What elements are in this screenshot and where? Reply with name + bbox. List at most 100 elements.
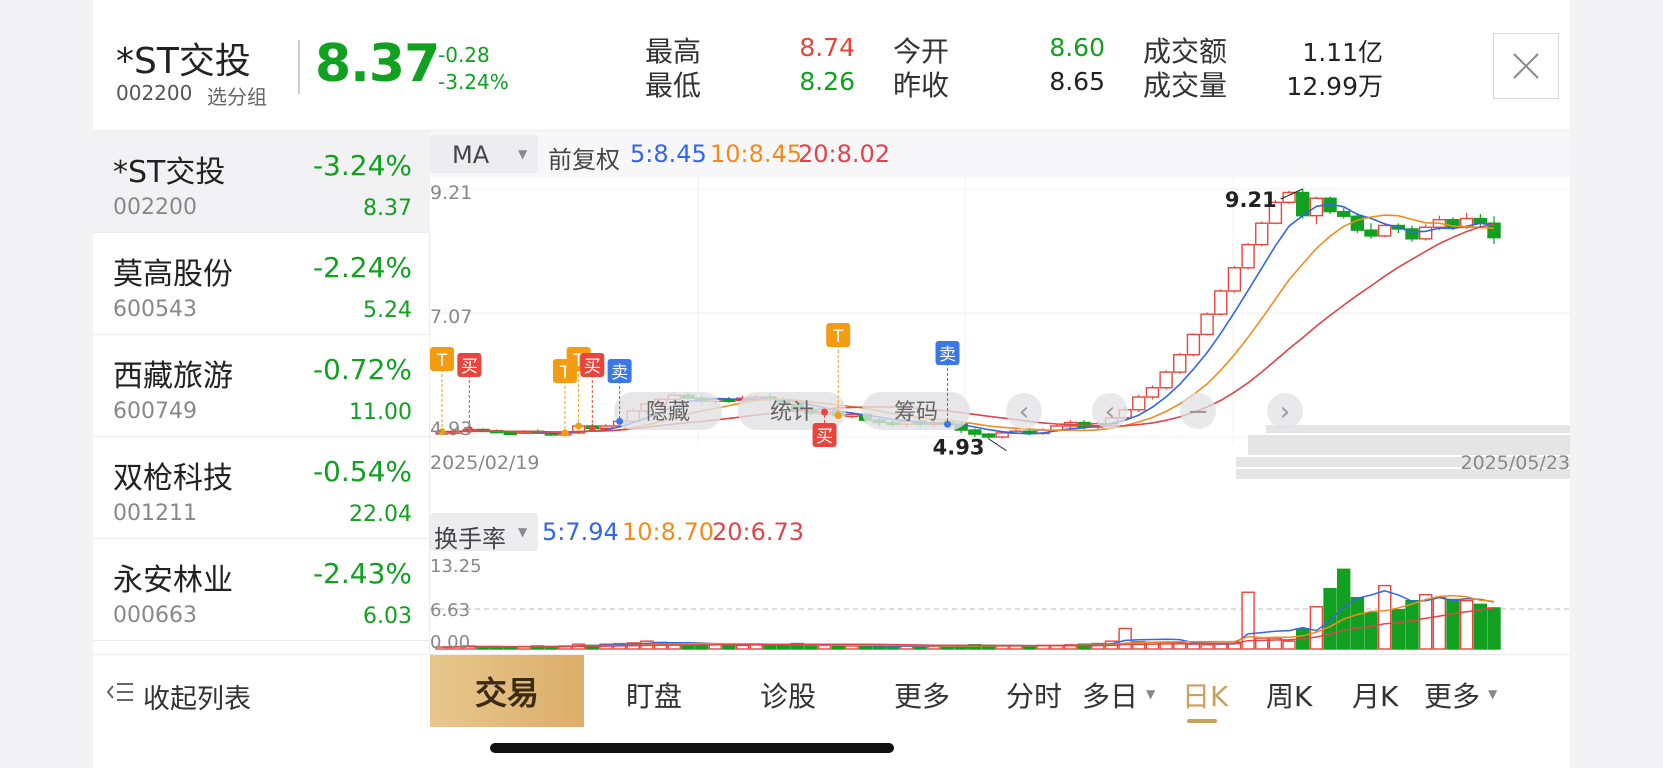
toolbar-diagnose-button[interactable]: 诊股 <box>760 675 816 715</box>
turnover-bar <box>1432 596 1447 650</box>
trade-marker-label: 卖 <box>939 345 956 365</box>
trade-marker-label: 买 <box>816 427 833 447</box>
ma10-line <box>441 214 1495 433</box>
trade-marker-label: T <box>436 351 448 371</box>
collapse-list-button[interactable]: 收起列表 <box>93 654 430 730</box>
turnover-ma5: 5:7.94 <box>542 518 619 546</box>
turnover-select[interactable]: 换手率 ▼ <box>430 513 538 553</box>
quote-header: *ST交投 002200 选分组 8.37 -0.28 -3.24% 最高 8.… <box>93 0 1570 131</box>
chevron-down-icon: ▼ <box>1488 687 1498 701</box>
trade-marker-label: 买 <box>584 357 601 377</box>
turnover-bar <box>1118 627 1132 650</box>
turnover-bar <box>1282 640 1296 650</box>
toolbar-watch-button[interactable]: 盯盘 <box>626 675 682 715</box>
zoom-out-icon: − <box>1180 393 1216 429</box>
turnover-bar <box>1214 643 1228 650</box>
stat-prevclose-label: 昨收 <box>893 69 950 102</box>
period-tab-weekly[interactable]: 周K <box>1266 675 1312 715</box>
kline-chart-area: MA ▼ 前复权 5:8.45 10:8.45 20:8.02 隐藏 统计 筹码 ‹ ‹… <box>430 131 1570 654</box>
watchlist-item-name: 莫高股份 <box>113 257 233 292</box>
high-annotation: 9.21 <box>1225 188 1277 212</box>
close-button[interactable] <box>1493 33 1559 99</box>
svg-text:−: − <box>1187 397 1209 427</box>
watchlist-item-name: 永安林业 <box>113 563 233 598</box>
watchlist-item-price: 5.24 <box>363 298 412 323</box>
turnover-bar <box>817 644 832 650</box>
turnover-bar-chart[interactable]: 13.25 6.63 0.00 <box>430 555 1570 654</box>
trade-marker-label: 卖 <box>611 363 628 383</box>
turnover-y-label: 6.63 <box>430 600 470 621</box>
turnover-bar <box>1337 568 1351 650</box>
watchlist-item-pct: -2.24% <box>312 251 412 284</box>
candle-body <box>1255 222 1269 246</box>
select-group-link[interactable]: 选分组 <box>207 81 267 110</box>
home-indicator <box>490 743 894 753</box>
turnover-y-label: 13.25 <box>430 556 482 577</box>
toolbar-more-button[interactable]: 更多 <box>894 675 950 715</box>
candle-body <box>1378 224 1392 237</box>
trade-button[interactable]: 交易 <box>430 655 584 727</box>
active-period-underline <box>1187 719 1217 723</box>
candle-body <box>503 431 518 436</box>
watchlist-sidebar: *ST交投 002200 -3.24% 8.37 莫高股份 600543 -2.… <box>93 131 430 654</box>
watchlist-item[interactable]: 永安林业 000663 -2.43% 6.03 <box>93 539 430 641</box>
watchlist-item-pct: -3.24% <box>312 149 412 182</box>
turnover-bar <box>1446 598 1460 650</box>
turnover-bar <box>735 644 750 650</box>
chevron-down-icon: ▼ <box>518 525 528 539</box>
watchlist-item-code: 002200 <box>113 195 197 220</box>
candlestick-chart[interactable]: 隐藏 统计 筹码 ‹ ‹ − ›T 买 TT 买卖T买卖9.214.939.217.074.932… <box>430 177 1570 509</box>
candle-body <box>1173 354 1187 373</box>
turnover-bar <box>1487 607 1501 650</box>
chip-distribution-bar <box>1266 425 1570 433</box>
y-axis-label: 9.21 <box>430 182 472 204</box>
turnover-bar <box>1405 599 1419 650</box>
overlay-button-label: 隐藏 <box>646 400 690 425</box>
marker-dot <box>575 422 583 430</box>
candle-body <box>1350 215 1365 231</box>
trade-marker: 买 <box>580 353 605 377</box>
watchlist-item[interactable]: *ST交投 002200 -3.24% 8.37 <box>93 131 430 233</box>
period-tab-daily[interactable]: 日K <box>1182 675 1228 715</box>
stat-open-value: 8.60 <box>1049 33 1105 62</box>
trade-marker: T <box>826 323 851 347</box>
trade-marker-label: T <box>832 327 844 347</box>
stat-low-label: 最低 <box>645 69 702 102</box>
watchlist-item-price: 8.37 <box>363 196 412 221</box>
watchlist-item-code: 600543 <box>113 297 197 322</box>
turnover-bar <box>845 645 859 650</box>
candle-body <box>968 429 982 435</box>
stock-code: 002200 <box>116 81 193 105</box>
turnover-bar <box>1350 596 1365 650</box>
watchlist-item[interactable]: 西藏旅游 600749 -0.72% 11.00 <box>93 335 430 437</box>
watchlist-item[interactable]: 双枪科技 001211 -0.54% 22.04 <box>93 437 430 539</box>
watchlist-item-name: 双枪科技 <box>113 461 233 496</box>
marker-dot <box>944 420 952 428</box>
candle-body <box>1227 267 1242 292</box>
marker-dot <box>561 429 569 437</box>
trade-marker: 买 <box>812 423 837 447</box>
x-axis-end-label: 2025/05/23 <box>1460 452 1570 474</box>
period-tab-multiday[interactable]: 多日 <box>1082 675 1138 715</box>
candle-body <box>995 432 1009 438</box>
marker-dot <box>821 408 829 416</box>
watchlist-item[interactable]: 莫高股份 600543 -2.24% 5.24 <box>93 233 430 335</box>
watchlist-item-name: *ST交投 <box>113 155 226 190</box>
marker-dot <box>616 417 624 425</box>
watchlist-item-price: 6.03 <box>363 604 412 629</box>
stat-high-value: 8.74 <box>799 33 855 62</box>
period-tab-monthly[interactable]: 月K <box>1352 675 1398 715</box>
current-price: 8.37 <box>315 34 440 94</box>
adjust-mode[interactable]: 前复权 <box>548 140 620 175</box>
period-tab-intraday[interactable]: 分时 <box>1006 675 1062 715</box>
candle-body <box>1418 226 1433 240</box>
trade-marker: 卖 <box>935 341 960 365</box>
period-tab-more[interactable]: 更多 <box>1424 675 1480 715</box>
candle-body <box>1241 243 1255 269</box>
ma-indicator-select[interactable]: MA ▼ <box>430 135 538 173</box>
ma10-value: 10:8.45 <box>710 140 803 168</box>
stat-volume-label: 成交量 <box>1143 69 1228 102</box>
turnover-ma10: 10:8.70 <box>622 518 715 546</box>
turnover-bar <box>1418 593 1433 650</box>
back-arrow-icon: ‹ <box>1092 393 1128 429</box>
